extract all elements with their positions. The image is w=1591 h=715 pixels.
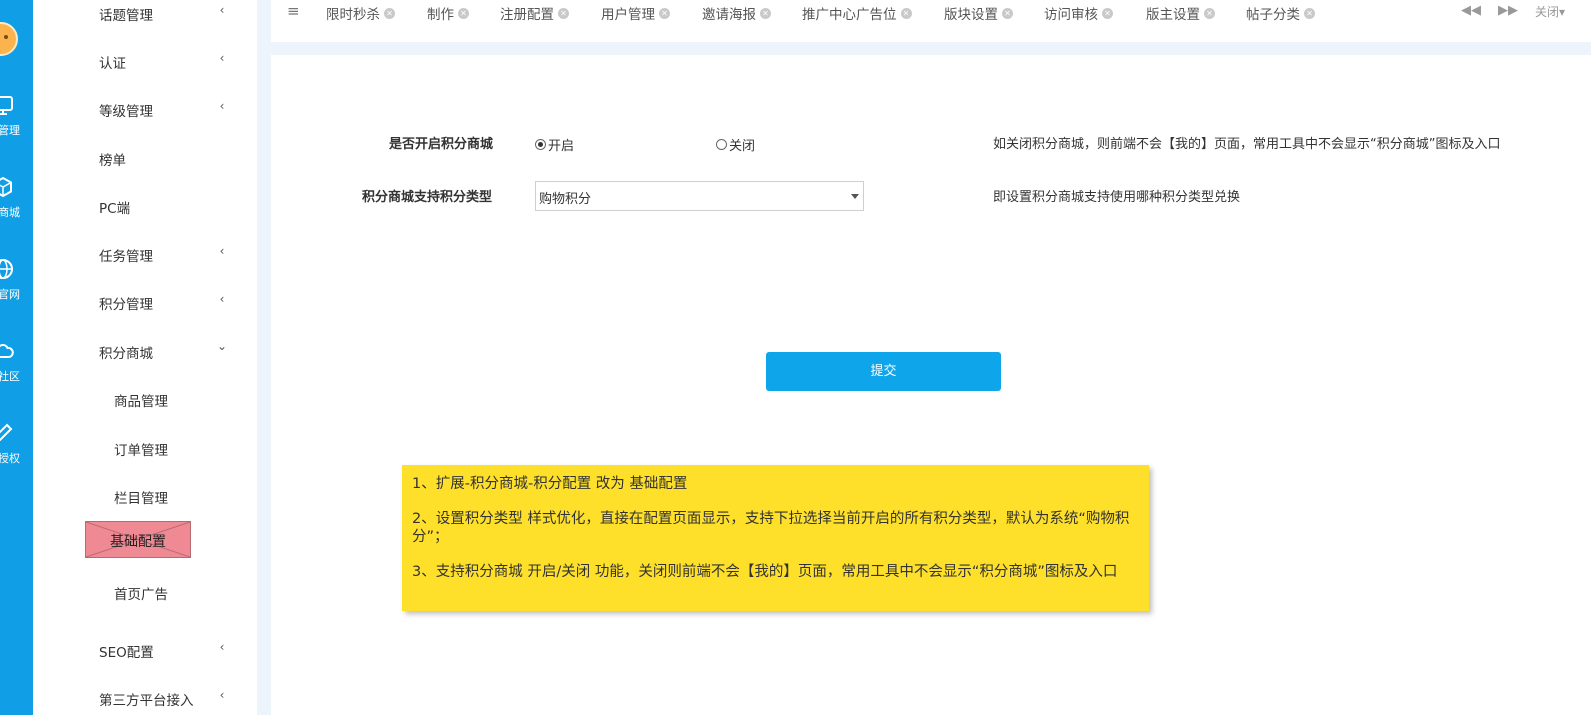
pen-icon: [0, 420, 16, 446]
note-line: 2、设置积分类型 样式优化，直接在配置页面显示，支持下拉选择当前开启的所有积分类…: [412, 511, 1130, 545]
tabs-prev-icon[interactable]: ◀◀: [1461, 3, 1481, 18]
sidebar-item-seo[interactable]: SEO配置: [99, 641, 154, 661]
points-type-select[interactable]: 购物积分: [535, 181, 864, 211]
rail-label: 官网: [0, 288, 20, 301]
sidebar-item-level[interactable]: 等级管理: [99, 100, 153, 120]
enable-mall-label: 是否开启积分商城: [389, 137, 494, 152]
globe-icon: [0, 256, 16, 282]
enable-mall-hint: 如关闭积分商城，则前端不会【我的】页面，常用工具中不会显示“积分商城”图标及入口: [993, 137, 1501, 152]
tab-label: 用户管理: [601, 7, 655, 23]
rail-item-community[interactable]: 社区: [0, 338, 33, 398]
tab-register-config[interactable]: 注册配置 ✕: [500, 3, 569, 23]
rail-label: 商城: [0, 206, 20, 219]
chevron-left-icon: ‹: [219, 244, 225, 258]
sidebar-item-pc[interactable]: PC端: [99, 197, 130, 217]
tab-bar-spacer: [271, 42, 1591, 55]
tab-invite-poster[interactable]: 邀请海报 ✕: [702, 3, 771, 23]
close-icon[interactable]: ✕: [1002, 7, 1013, 19]
tab-label: 限时秒杀: [326, 7, 380, 23]
tab-label: 注册配置: [500, 7, 554, 23]
rail-item-website[interactable]: 官网: [0, 256, 33, 316]
sidebar-item-auth[interactable]: 认证: [99, 52, 126, 72]
rail-label: 社区: [0, 370, 20, 383]
close-icon[interactable]: ✕: [1204, 7, 1215, 19]
tab-label: 邀请海报: [702, 7, 756, 23]
close-icon[interactable]: ✕: [1304, 7, 1315, 19]
menu-toggle-icon[interactable]: ≡: [287, 2, 300, 20]
tab-bar: ≡ 限时秒杀 ✕ 制作 ✕ 注册配置 ✕ 用户管理 ✕ 邀请海报 ✕ 推广中心广告位 ✕ 版…: [271, 0, 1591, 42]
rail-label: 授权: [0, 452, 20, 465]
rail-item-mall[interactable]: 商城: [0, 174, 33, 234]
rail-label: 管理: [0, 124, 20, 137]
tab-label: 推广中心广告位: [802, 7, 897, 23]
sidebar-item-points-mall[interactable]: 积分商城: [99, 342, 153, 362]
tab-label: 制作: [427, 7, 454, 23]
sidebar-item-task[interactable]: 任务管理: [99, 245, 153, 265]
tabs-close-menu[interactable]: 关闭▾: [1535, 3, 1565, 20]
chevron-left-icon: ‹: [219, 51, 225, 65]
radio-unchecked-icon: [716, 139, 727, 150]
points-type-value: 购物积分: [539, 192, 592, 207]
chevron-down-icon: [851, 194, 859, 199]
tabs-next-icon[interactable]: ▶▶: [1498, 3, 1518, 18]
points-type-label: 积分商城支持积分类型: [362, 190, 493, 205]
note-line: 3、支持积分商城 开启/关闭 功能，关闭则前端不会【我的】页面，常用工具中不会显…: [412, 564, 1118, 580]
sidebar-active-label: 基础配置: [110, 534, 166, 550]
cloud-icon: [0, 338, 16, 364]
close-icon[interactable]: ✕: [1102, 7, 1113, 19]
close-icon[interactable]: ✕: [900, 7, 912, 19]
radio-enable-on[interactable]: 开启: [535, 135, 574, 154]
sidebar-item-third-party[interactable]: 第三方平台接入: [99, 689, 194, 709]
sidebar-item-ranking[interactable]: 榜单: [99, 149, 126, 169]
tab-label: 版主设置: [1146, 7, 1200, 23]
radio-off-label: 关闭: [729, 139, 756, 154]
icon-rail: 管理 商城 官网 社区 授权: [0, 0, 33, 715]
tab-board-settings[interactable]: 版块设置 ✕: [944, 3, 1013, 23]
close-icon[interactable]: ✕: [558, 7, 569, 19]
sidebar-subitem-goods[interactable]: 商品管理: [114, 390, 168, 410]
box-icon: [0, 174, 16, 200]
tab-moderator-settings[interactable]: 版主设置 ✕: [1146, 3, 1215, 23]
sidebar-subitem-home-ads[interactable]: 首页广告: [114, 583, 168, 603]
chevron-left-icon: ‹: [219, 688, 225, 702]
annotation-note: 1、扩展-积分商城-积分配置 改为 基础配置 2、设置积分类型 样式优化，直接在…: [402, 465, 1149, 611]
chevron-down-icon: ⌄: [217, 339, 228, 353]
close-icon[interactable]: ✕: [458, 7, 469, 19]
monitor-icon: [0, 92, 16, 118]
chevron-left-icon: ‹: [219, 292, 225, 306]
tab-make[interactable]: 制作 ✕: [427, 3, 469, 23]
tab-label: 帖子分类: [1246, 7, 1300, 23]
radio-on-label: 开启: [548, 139, 575, 154]
tab-promo-ad[interactable]: 推广中心广告位 ✕: [802, 3, 912, 23]
close-icon[interactable]: ✕: [760, 7, 771, 19]
logo-avatar-icon: [0, 22, 18, 56]
tab-access-review[interactable]: 访问审核 ✕: [1044, 3, 1113, 23]
sidebar-subitem-orders[interactable]: 订单管理: [114, 439, 168, 459]
sidebar-item-points[interactable]: 积分管理: [99, 293, 153, 313]
chevron-left-icon: ‹: [219, 99, 225, 113]
rail-item-license[interactable]: 授权: [0, 420, 33, 480]
tab-post-category[interactable]: 帖子分类 ✕: [1246, 3, 1315, 23]
note-line: 1、扩展-积分商城-积分配置 改为 基础配置: [412, 476, 688, 492]
rail-item-manage[interactable]: 管理: [0, 92, 33, 152]
points-type-hint: 即设置积分商城支持使用哪种积分类型兑换: [993, 190, 1241, 205]
tab-label: 版块设置: [944, 7, 998, 23]
tab-user-manage[interactable]: 用户管理 ✕: [601, 3, 670, 23]
close-icon[interactable]: ✕: [659, 7, 670, 19]
radio-enable-off[interactable]: 关闭: [716, 135, 755, 154]
radio-checked-icon: [535, 139, 546, 150]
sidebar-subitem-columns[interactable]: 栏目管理: [114, 487, 168, 507]
tab-label: 访问审核: [1044, 7, 1098, 23]
sidebar: 话题管理 ‹ 认证 ‹ 等级管理 ‹ 榜单 PC端 任务管理 ‹ 积分管理 ‹ …: [33, 0, 257, 715]
sidebar-item-topic[interactable]: 话题管理: [99, 4, 153, 24]
main-content: 是否开启积分商城 开启 关闭 如关闭积分商城，则前端不会【我的】页面，常用工具中…: [271, 55, 1591, 715]
sidebar-subitem-basic-config[interactable]: 基础配置: [85, 521, 191, 558]
chevron-left-icon: ‹: [219, 3, 225, 17]
chevron-left-icon: ‹: [219, 640, 225, 654]
submit-button[interactable]: 提交: [766, 352, 1001, 391]
layout-gutter: [257, 0, 271, 715]
tab-flash-sale[interactable]: 限时秒杀 ✕: [326, 3, 395, 23]
close-icon[interactable]: ✕: [384, 7, 395, 19]
